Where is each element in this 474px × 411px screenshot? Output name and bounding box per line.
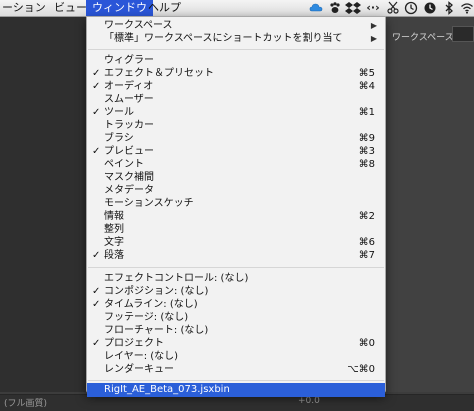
menu-item-label: スムーザー [104, 94, 154, 105]
menu-item-label: トラッカー [104, 120, 154, 131]
checkmark-icon: ✓ [92, 338, 101, 349]
menu-item[interactable]: メタデータ [87, 184, 385, 197]
checkmark-icon: ✓ [92, 107, 101, 118]
menu-item[interactable]: レイヤー: (なし) [87, 350, 385, 363]
code-brackets-icon[interactable]: ‹·› [365, 1, 381, 15]
dropbox-icon[interactable] [345, 1, 361, 15]
window-menu-dropdown: ワークスペース ▶ 「標準」ワークスペースにショートカットを割り当て ▶ ウィグ… [86, 16, 386, 397]
menu-item-label: レイヤー: (なし) [104, 351, 179, 362]
menu-item-label: プロジェクト [104, 338, 164, 349]
menu-item-shortcut: ⌘6 [358, 237, 375, 248]
checkmark-icon: ✓ [92, 146, 101, 157]
menu-item-label: 整列 [104, 224, 124, 235]
menu-item[interactable]: レンダーキュー ⌥⌘0 [87, 363, 385, 376]
menu-item[interactable]: 文字 ⌘6 [87, 236, 385, 249]
resolution-label[interactable]: (フル画質) [4, 396, 47, 409]
workspace-dropdown[interactable] [452, 26, 474, 42]
menu-item-shortcut: ⌘5 [358, 68, 375, 79]
menu-animation[interactable]: ーション [0, 0, 52, 16]
menu-item[interactable]: ✓ プレビュー ⌘3 [87, 145, 385, 158]
menu-item[interactable]: ✓ プロジェクト ⌘0 [87, 337, 385, 350]
menu-separator [88, 380, 384, 381]
menu-item-label: ツール [104, 107, 134, 118]
menu-item-label: RigIt_AE_Beta_073.jsxbin [104, 384, 230, 395]
menu-separator [88, 267, 384, 268]
menu-item[interactable]: ✓ エフェクト＆プリセット ⌘5 [87, 67, 385, 80]
checkmark-icon: ✓ [92, 68, 101, 79]
menu-item[interactable]: トラッカー [87, 119, 385, 132]
menu-item-shortcut: ⌥⌘0 [347, 364, 375, 375]
checkmark-icon: ✓ [92, 299, 101, 310]
menu-item[interactable]: スムーザー [87, 93, 385, 106]
menu-item-rigit-script[interactable]: RigIt_AE_Beta_073.jsxbin [87, 383, 385, 397]
menu-item-label: マスク補間 [104, 172, 154, 183]
menu-separator [88, 49, 384, 50]
submenu-arrow-icon: ▶ [370, 34, 377, 43]
menu-item-label: ワークスペース [104, 20, 173, 31]
menu-item-label: ペイント [104, 159, 144, 170]
menu-item[interactable]: ウィグラー [87, 54, 385, 67]
menu-item-shortcut: ⌘7 [358, 250, 375, 261]
menu-item[interactable]: ペイント ⌘8 [87, 158, 385, 171]
menu-item-shortcut: ⌘1 [358, 107, 375, 118]
menu-item-shortcut: ⌘4 [358, 81, 375, 92]
menu-item[interactable]: ✓ コンポジション: (なし) [87, 285, 385, 298]
menu-item-label: 段落 [104, 250, 124, 261]
menu-item[interactable]: ✓ ツール ⌘1 [87, 106, 385, 119]
right-panel [386, 17, 474, 392]
menu-item[interactable]: ✓ タイムライン: (なし) [87, 298, 385, 311]
menu-item-label: ブラシ [104, 133, 134, 144]
menu-item-shortcut: ⌘0 [358, 338, 375, 349]
menu-item-workspace[interactable]: ワークスペース ▶ [87, 19, 385, 32]
menu-item[interactable]: 情報 ⌘2 [87, 210, 385, 223]
menu-item[interactable]: モーションスケッチ [87, 197, 385, 210]
menu-item-label: エフェクトコントロール: (なし) [104, 273, 249, 284]
menu-item-label: エフェクト＆プリセット [104, 68, 214, 79]
cloud-icon[interactable] [309, 1, 323, 15]
menu-bar: ーション ビュー ウィンドウ ヘルプ ‹·› [0, 0, 474, 17]
wifi-icon[interactable] [460, 1, 474, 15]
menu-item-shortcut: ⌘2 [358, 211, 375, 222]
menu-item[interactable]: ブラシ ⌘9 [87, 132, 385, 145]
menu-item[interactable]: フッテージ: (なし) [87, 311, 385, 324]
submenu-arrow-icon: ▶ [370, 21, 377, 30]
menu-item-label: フッテージ: (なし) [104, 312, 189, 323]
menu-item-label: コンポジション: (なし) [104, 286, 209, 297]
menu-item[interactable]: エフェクトコントロール: (なし) [87, 272, 385, 285]
exposure-value[interactable]: +0.0 [298, 396, 320, 406]
menu-item-shortcut: ⌘9 [358, 133, 375, 144]
scissors-icon[interactable] [386, 1, 400, 15]
menu-item-label: レンダーキュー [104, 364, 174, 375]
menu-item-label: 「標準」ワークスペースにショートカットを割り当て [104, 33, 343, 44]
menu-help[interactable]: ヘルプ [142, 0, 187, 16]
menu-item-label: 文字 [104, 237, 124, 248]
menu-item-label: ウィグラー [104, 55, 154, 66]
paw-icon[interactable] [328, 1, 342, 15]
menu-item-label: フローチャート: (なし) [104, 325, 209, 336]
menu-item-label: メタデータ [104, 185, 154, 196]
history-icon[interactable] [423, 1, 437, 15]
checkmark-icon: ✓ [92, 81, 101, 92]
menu-item-shortcut: ⌘3 [358, 146, 375, 157]
menu-item-shortcut: ⌘8 [358, 159, 375, 170]
left-panel [0, 17, 87, 392]
bluetooth-icon[interactable] [442, 1, 456, 15]
menu-item-label: モーションスケッチ [104, 198, 194, 209]
menu-item[interactable]: マスク補間 [87, 171, 385, 184]
time-machine-icon[interactable] [404, 1, 418, 15]
menu-item-label: 情報 [104, 211, 124, 222]
checkmark-icon: ✓ [92, 250, 101, 261]
menu-item[interactable]: フローチャート: (なし) [87, 324, 385, 337]
menu-item-label: タイムライン: (なし) [104, 299, 198, 310]
checkmark-icon: ✓ [92, 286, 101, 297]
menu-item-label: オーディオ [104, 81, 154, 92]
menu-item[interactable]: ✓ 段落 ⌘7 [87, 249, 385, 262]
menu-item[interactable]: ✓ オーディオ ⌘4 [87, 80, 385, 93]
menu-item-assign-shortcut[interactable]: 「標準」ワークスペースにショートカットを割り当て ▶ [87, 32, 385, 45]
menu-item-label: プレビュー [104, 146, 154, 157]
menu-item[interactable]: 整列 [87, 223, 385, 236]
